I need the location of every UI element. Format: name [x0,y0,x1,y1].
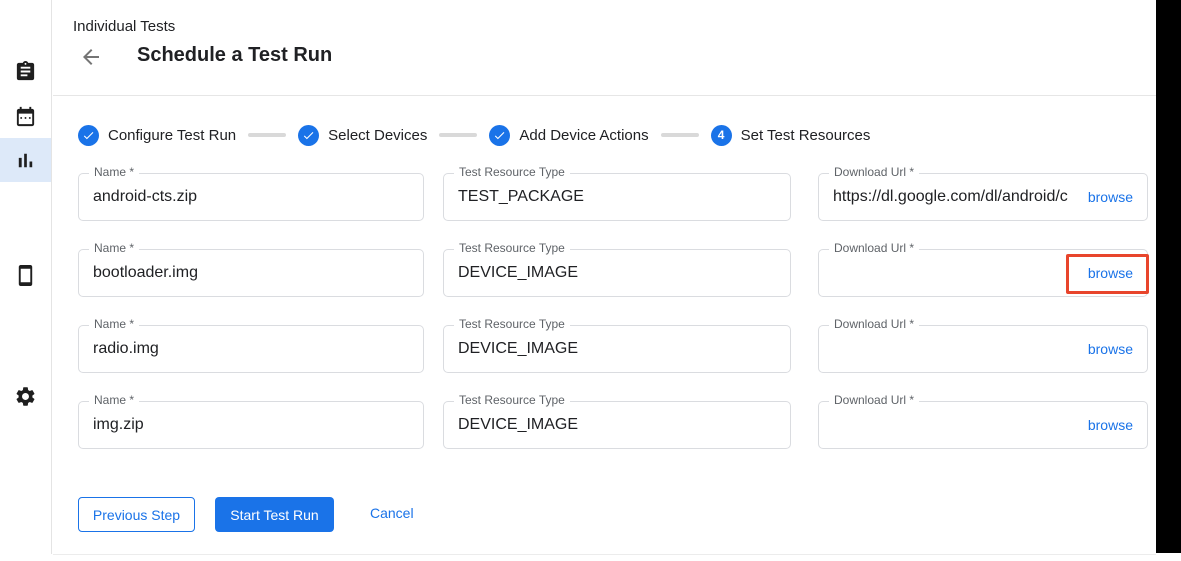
download-url-field-value: https://dl.google.com/dl/android/c [819,174,1082,220]
download-url-field-row-4[interactable]: Download Url * browse [818,401,1148,449]
smartphone-icon [14,264,37,287]
name-field-row-1[interactable]: Name * android-cts.zip [78,173,424,221]
step-connector [248,133,286,137]
resource-type-field-row-1[interactable]: Test Resource Type TEST_PACKAGE [443,173,791,221]
name-field-row-2[interactable]: Name * bootloader.img [78,249,424,297]
step-2-complete-circle [298,125,319,146]
sidebar-item-devices[interactable] [0,253,51,297]
resource-type-field-value: DEVICE_IMAGE [444,326,790,372]
download-url-field-label: Download Url * [829,317,919,331]
name-field-label: Name * [89,241,139,255]
sidebar [0,0,52,554]
name-field-label: Name * [89,317,139,331]
previous-step-button[interactable]: Previous Step [78,497,195,532]
step-3-complete-circle [489,125,510,146]
step-4-label[interactable]: Set Test Resources [741,127,871,144]
stepper: Configure Test Run Select Devices Add De… [78,121,870,149]
step-1-label[interactable]: Configure Test Run [108,127,236,144]
resource-type-field-value: TEST_PACKAGE [444,174,790,220]
name-field-row-3[interactable]: Name * radio.img [78,325,424,373]
section-title: Individual Tests [73,18,175,35]
download-url-field-label: Download Url * [829,165,919,179]
bar-chart-icon [14,149,37,172]
back-arrow-icon [79,45,103,69]
resource-type-field-row-3[interactable]: Test Resource Type DEVICE_IMAGE [443,325,791,373]
step-3-label[interactable]: Add Device Actions [519,127,648,144]
resource-type-field-label: Test Resource Type [454,165,570,179]
resource-type-field-label: Test Resource Type [454,241,570,255]
name-field-value: android-cts.zip [79,174,423,220]
sidebar-item-test-runs[interactable] [0,138,51,182]
resource-type-field-row-2[interactable]: Test Resource Type DEVICE_IMAGE [443,249,791,297]
sidebar-item-tests[interactable] [0,49,51,93]
step-2-label[interactable]: Select Devices [328,127,427,144]
check-icon [302,129,315,142]
download-url-field-row-3[interactable]: Download Url * browse [818,325,1148,373]
sidebar-item-plans[interactable] [0,94,51,138]
right-black-band [1156,0,1181,553]
browse-button-row-2[interactable]: browse [1082,261,1147,285]
download-url-field-label: Download Url * [829,393,919,407]
download-url-field-row-2[interactable]: Download Url * browse [818,249,1148,297]
browse-button-row-1[interactable]: browse [1082,185,1147,209]
browse-button-row-3[interactable]: browse [1082,337,1147,361]
resource-type-field-label: Test Resource Type [454,317,570,331]
browse-button-row-4[interactable]: browse [1082,413,1147,437]
resource-type-field-value: DEVICE_IMAGE [444,402,790,448]
check-icon [82,129,95,142]
step-4-current-circle: 4 [711,125,732,146]
name-field-value: img.zip [79,402,423,448]
gear-icon [14,385,37,408]
calendar-icon [14,105,37,128]
bottom-divider [53,554,1156,555]
step-4-number: 4 [718,128,725,142]
resource-type-field-label: Test Resource Type [454,393,570,407]
start-test-run-button[interactable]: Start Test Run [215,497,334,532]
clipboard-icon [14,60,37,83]
download-url-field-label: Download Url * [829,241,919,255]
name-field-label: Name * [89,393,139,407]
header-divider [53,95,1156,96]
step-connector [439,133,477,137]
check-icon [493,129,506,142]
back-button[interactable] [79,45,103,69]
name-field-value: bootloader.img [79,250,423,296]
step-connector [661,133,699,137]
cancel-button[interactable]: Cancel [370,505,414,521]
step-1-complete-circle [78,125,99,146]
page-title: Schedule a Test Run [137,44,332,67]
name-field-value: radio.img [79,326,423,372]
name-field-row-4[interactable]: Name * img.zip [78,401,424,449]
name-field-label: Name * [89,165,139,179]
resource-type-field-row-4[interactable]: Test Resource Type DEVICE_IMAGE [443,401,791,449]
download-url-field-row-1[interactable]: Download Url * https://dl.google.com/dl/… [818,173,1148,221]
sidebar-item-settings[interactable] [0,374,51,418]
resource-type-field-value: DEVICE_IMAGE [444,250,790,296]
